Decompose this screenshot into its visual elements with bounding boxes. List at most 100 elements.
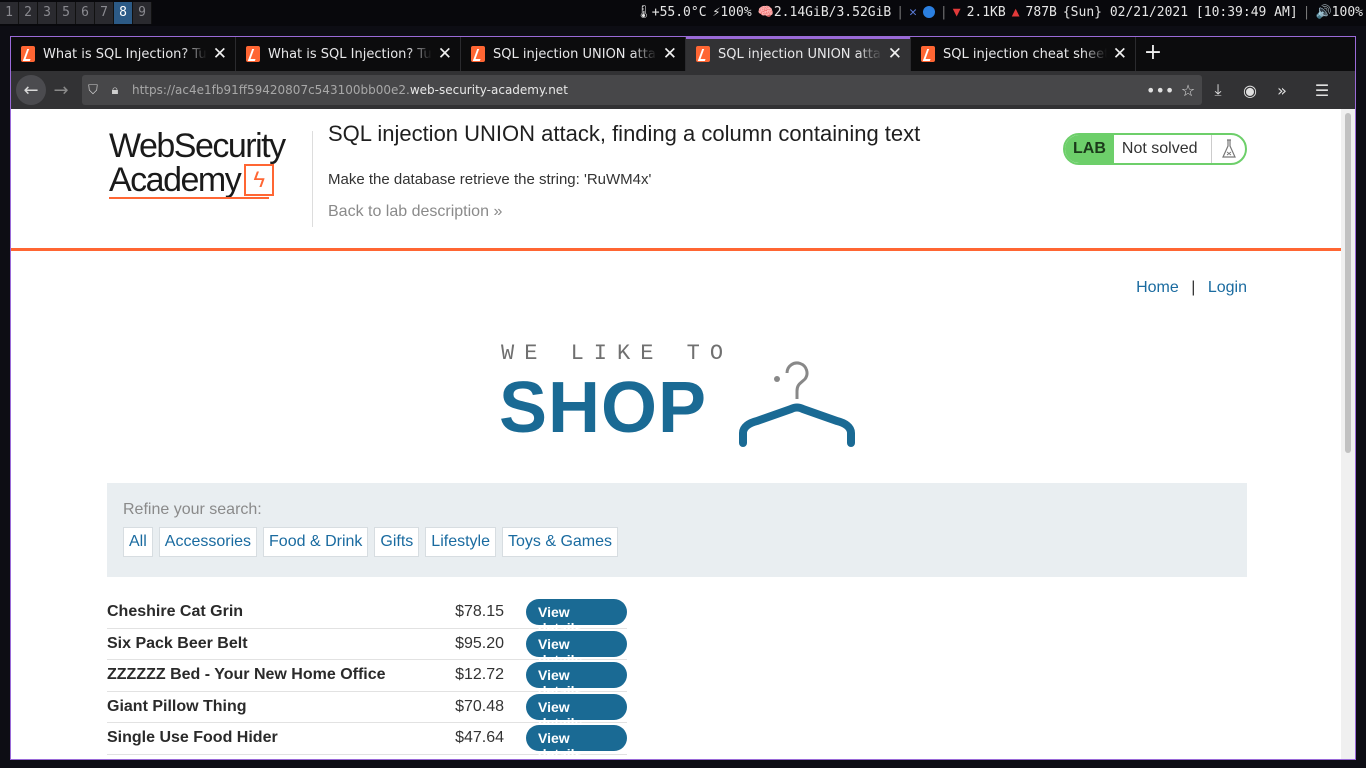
category-filters: All Accessories Food & Drink Gifts Lifes… [123, 527, 619, 557]
logo-bolt-icon: ϟ [244, 164, 275, 196]
lab-task: Make the database retrieve the string: '… [328, 171, 652, 188]
close-icon[interactable]: ✕ [438, 44, 452, 64]
status-items: 🌡+55.0°C ⚡100% 🧠2.14GiB/3.52GiB | ✕ | ▼ … [632, 0, 1366, 26]
workspace-button[interactable]: 5 [57, 2, 76, 24]
filter-all[interactable]: All [123, 527, 153, 557]
home-link[interactable]: Home [1136, 279, 1179, 296]
net-down-readout: 2.1KB [966, 5, 1006, 20]
network-globe-icon [920, 0, 938, 26]
login-link[interactable]: Login [1208, 279, 1247, 296]
separator: | [896, 5, 905, 20]
hamburger-menu-icon[interactable]: ☰ [1306, 81, 1338, 100]
portswigger-favicon-icon [471, 46, 485, 62]
browser-window: What is SQL Injection? Tutorial ✕ What i… [10, 36, 1356, 760]
lab-label: LAB [1065, 135, 1114, 163]
tab-title: What is SQL Injection? Tutorial [43, 46, 207, 62]
url-domain: web-security-academy.net [409, 83, 568, 97]
temperature-readout: 🌡+55.0°C [635, 5, 707, 20]
browser-tab-active[interactable]: SQL injection UNION attack, f ✕ [686, 37, 911, 71]
table-row: Six Pack Beer Belt $95.20 View details [107, 629, 627, 668]
new-tab-plus-icon[interactable]: + [1136, 37, 1170, 71]
table-row: Single Use Food Hider $47.64 View detail… [107, 723, 627, 759]
tab-title: SQL injection cheat sheet | Web [943, 46, 1107, 62]
download-icon[interactable]: ⤓ [1202, 80, 1234, 100]
product-price: $95.20 [455, 634, 504, 652]
separator: | [1302, 5, 1311, 20]
tab-strip: What is SQL Injection? Tutorial ✕ What i… [11, 37, 1355, 71]
shop-tagline: WE LIKE TO [501, 341, 734, 366]
datetime-readout: {Sun} 02/21/2021 [10:39:49 AM] [1062, 5, 1298, 20]
browser-tab[interactable]: SQL injection UNION attacks ✕ [461, 37, 686, 71]
table-row: Cheshire Cat Grin $78.15 View details [107, 597, 627, 636]
more-options-icon[interactable]: ••• [1146, 81, 1174, 100]
product-price: $12.72 [455, 666, 504, 684]
workspace-button-active[interactable]: 8 [114, 2, 133, 24]
browser-tab[interactable]: What is SQL Injection? Tutorial ✕ [11, 37, 236, 71]
view-details-button[interactable]: View details [526, 599, 627, 636]
refine-search-panel: Refine your search: All Accessories Food… [107, 483, 1247, 577]
web-security-academy-logo[interactable]: WebSecurity Academy ϟ [109, 129, 309, 197]
workspace-button[interactable]: 7 [95, 2, 114, 24]
download-arrow-icon: ▼ [952, 5, 961, 20]
forward-arrow-icon[interactable]: → [46, 75, 76, 105]
bookmark-star-icon[interactable]: ☆ [1174, 81, 1202, 100]
shop-word: SHOP [499, 368, 708, 448]
close-icon[interactable]: ✕ [663, 44, 677, 64]
back-to-lab-description-link[interactable]: Back to lab description » [328, 203, 502, 221]
product-name: Single Use Food Hider [107, 729, 278, 747]
volume-readout: 🔊100% [1315, 5, 1364, 20]
logo-line2: Academy [109, 161, 242, 199]
logo-underline [109, 197, 269, 199]
url-bar[interactable]: ⛉ 🔒︎ https://ac4e1fb91ff59420807c543100b… [82, 75, 1202, 105]
battery-readout: ⚡100% [712, 5, 752, 20]
scrollbar-thumb[interactable] [1345, 113, 1351, 453]
back-link-label: Back to lab description [328, 203, 489, 220]
product-name: ZZZZZZ Bed - Your New Home Office [107, 666, 386, 684]
portswigger-favicon-icon [246, 46, 260, 62]
table-row: ZZZZZZ Bed - Your New Home Office $12.72… [107, 660, 627, 699]
workspace-button[interactable]: 1 [0, 2, 19, 24]
view-details-button[interactable]: View details [526, 725, 627, 759]
view-details-button[interactable]: View details [526, 630, 627, 668]
workspace-button[interactable]: 3 [38, 2, 57, 24]
account-icon[interactable]: ◉ [1234, 81, 1266, 100]
page-scrollbar[interactable] [1341, 109, 1355, 759]
separator: | [939, 5, 948, 20]
hanger-icon [739, 361, 855, 447]
close-icon[interactable]: ✕ [1113, 44, 1127, 64]
web-page: WebSecurity Academy ϟ SQL injection UNION… [11, 109, 1343, 759]
workspace-button[interactable]: 9 [133, 2, 152, 24]
filter-food-drink[interactable]: Food & Drink [263, 527, 369, 557]
navigation-toolbar: ← → ⛉ 🔒︎ https://ac4e1fb91ff59420807c543… [11, 71, 1355, 109]
filter-toys-games[interactable]: Toys & Games [502, 527, 619, 557]
close-icon[interactable]: ✕ [213, 44, 227, 64]
product-name: Cheshire Cat Grin [107, 603, 244, 621]
overflow-chevron-icon[interactable]: » [1266, 81, 1298, 100]
upload-arrow-icon: ▲ [1011, 5, 1020, 20]
url-text[interactable]: https://ac4e1fb91ff59420807c543100bb00e2… [126, 83, 1146, 97]
filter-accessories[interactable]: Accessories [158, 527, 258, 557]
logo-line1: WebSecurity [109, 127, 286, 165]
lab-title: SQL injection UNION attack, finding a co… [328, 121, 921, 146]
lock-icon[interactable]: 🔒︎ [104, 83, 126, 98]
tab-title: What is SQL Injection? Tutorial [268, 46, 432, 62]
shield-icon[interactable]: ⛉ [82, 83, 104, 98]
shop-logo: WE LIKE TO SHOP [499, 341, 861, 451]
close-icon[interactable]: ✕ [888, 44, 902, 64]
flask-icon [1211, 135, 1245, 163]
view-details-button[interactable]: View details [526, 693, 627, 731]
back-arrow-icon[interactable]: ← [16, 75, 46, 105]
view-details-button[interactable]: View details [526, 662, 627, 699]
tab-title: SQL injection UNION attack, f [718, 46, 882, 62]
filter-lifestyle[interactable]: Lifestyle [425, 527, 496, 557]
filter-gifts[interactable]: Gifts [374, 527, 420, 557]
workspace-button[interactable]: 2 [19, 2, 38, 24]
lab-header: WebSecurity Academy ϟ SQL injection UNION… [11, 109, 1343, 251]
table-row: Giant Pillow Thing $70.48 View details [107, 692, 627, 731]
browser-tab[interactable]: What is SQL Injection? Tutorial ✕ [236, 37, 461, 71]
nav-separator: | [1191, 279, 1196, 296]
workspace-button[interactable]: 6 [76, 2, 95, 24]
portswigger-favicon-icon [696, 46, 710, 62]
portswigger-favicon-icon [21, 46, 35, 62]
browser-tab[interactable]: SQL injection cheat sheet | Web ✕ [911, 37, 1136, 71]
